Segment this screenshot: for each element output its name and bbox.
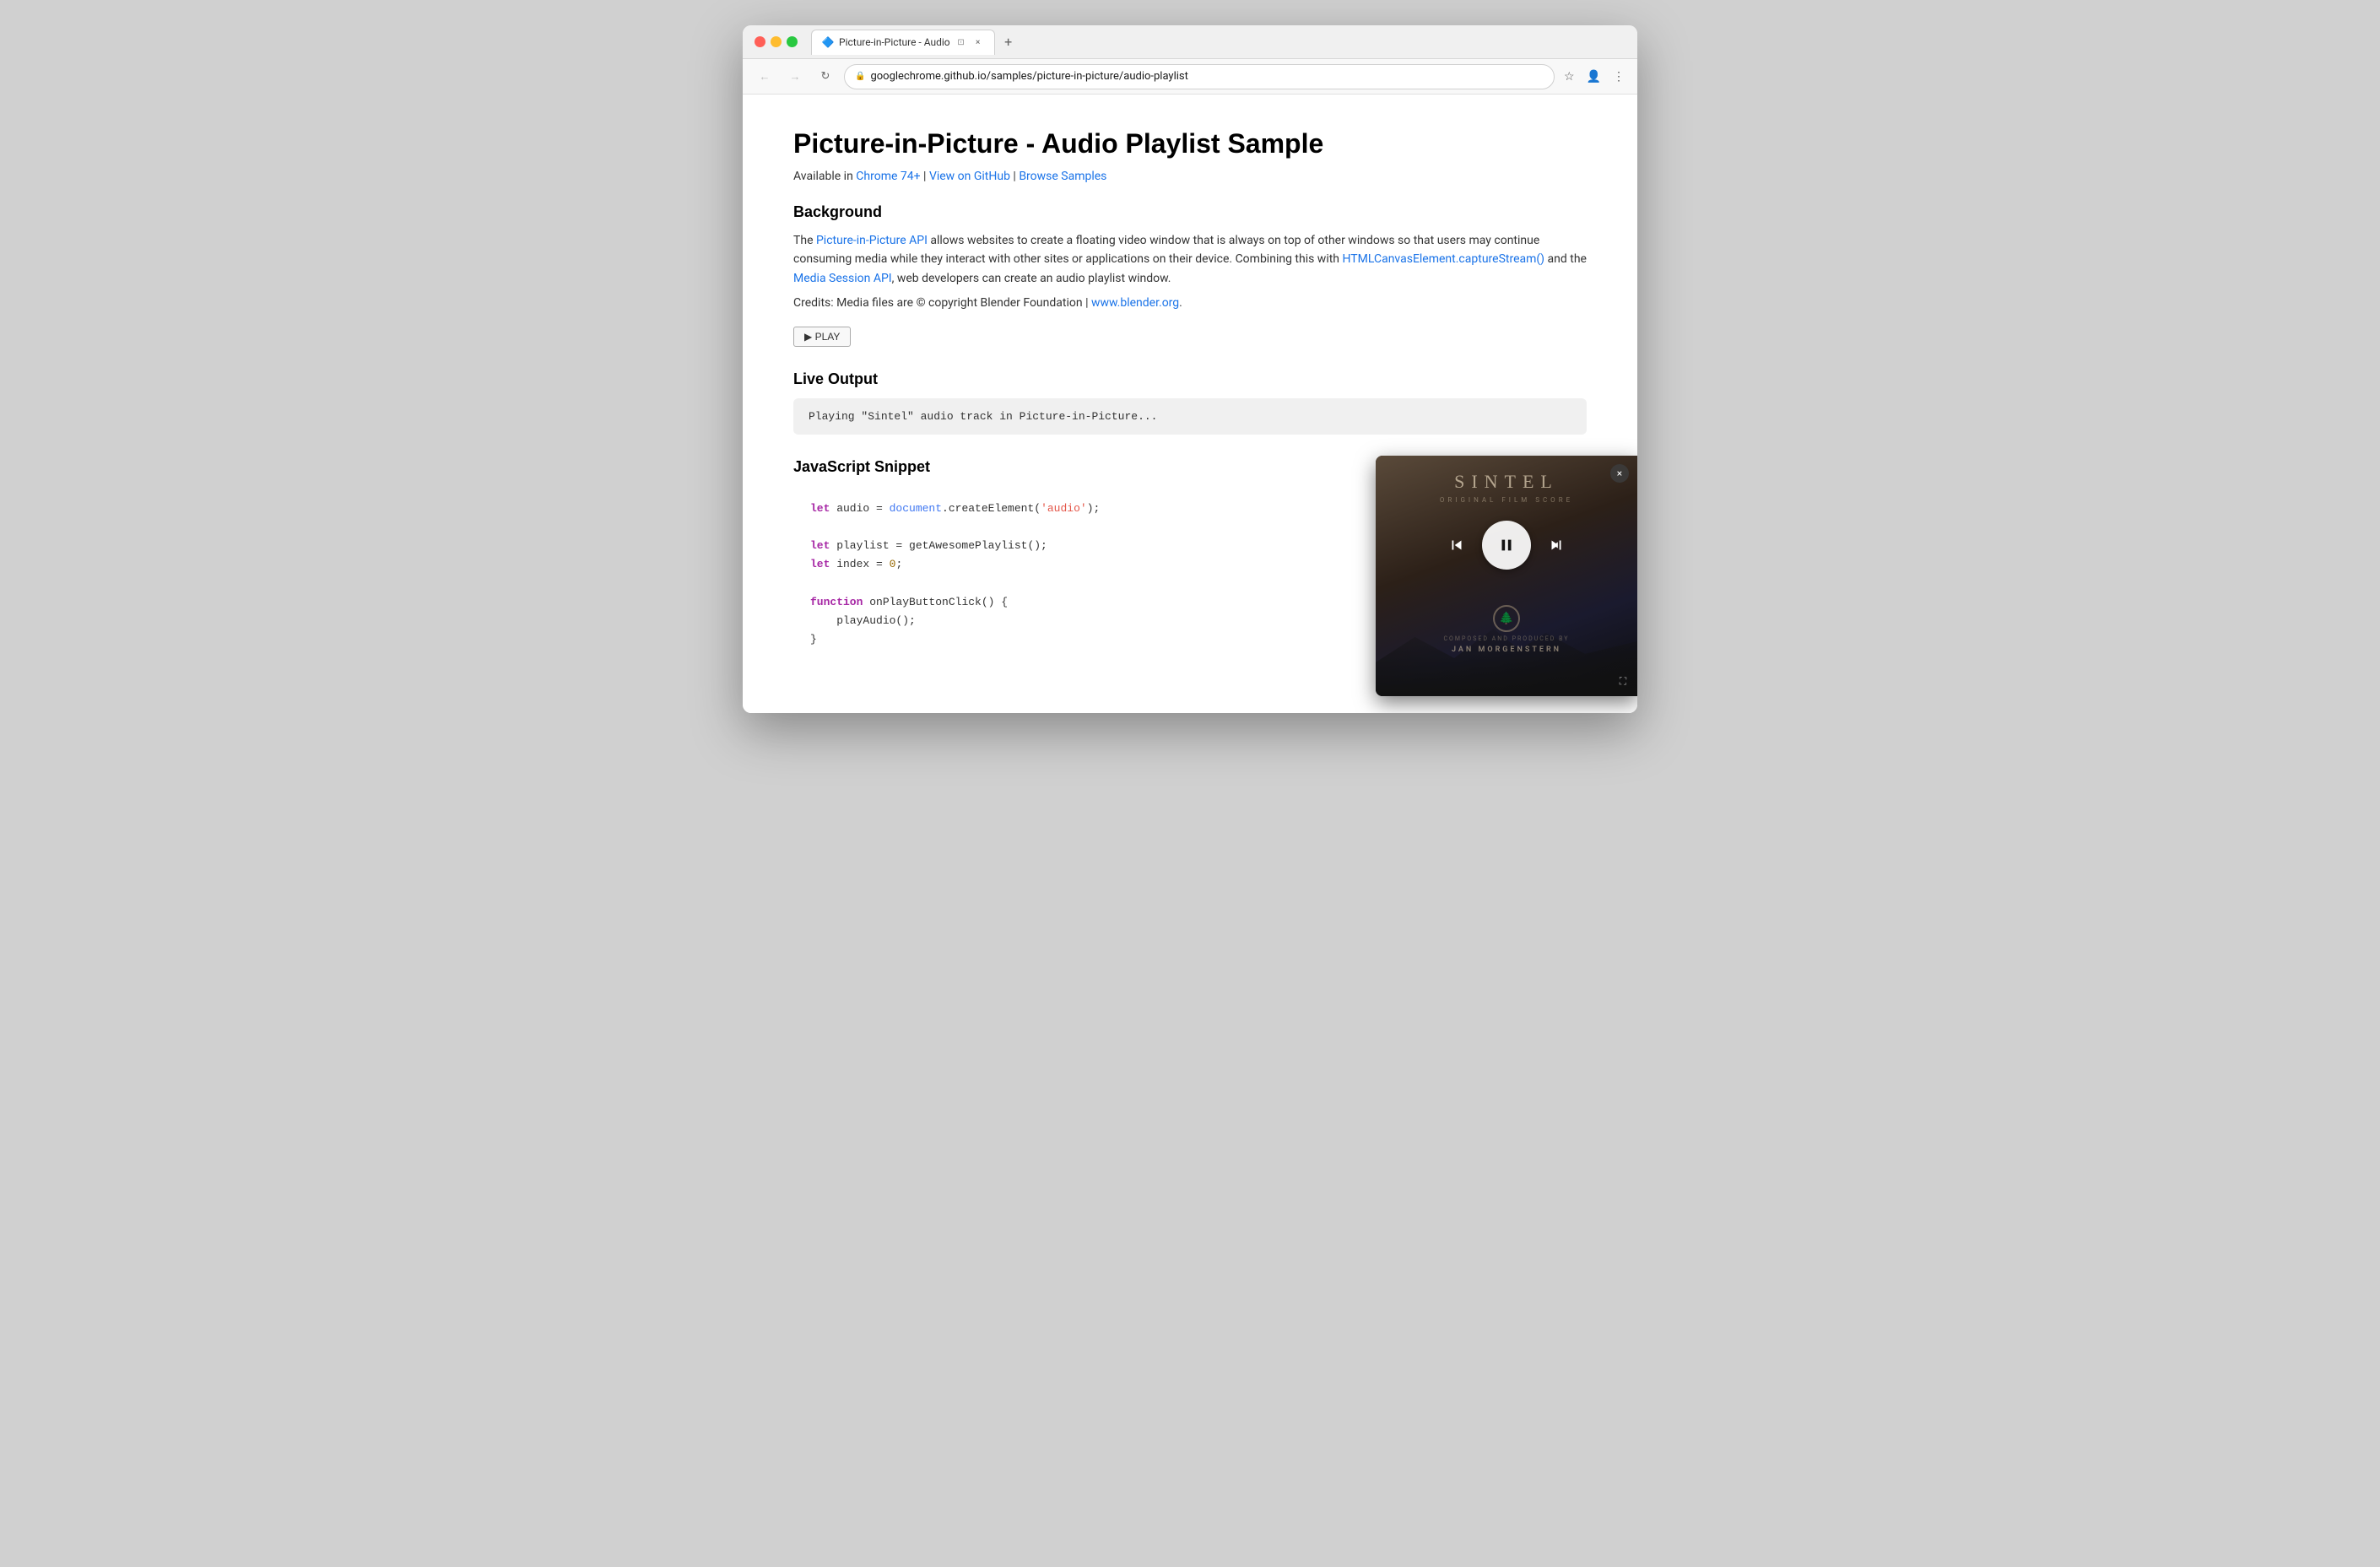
bg-text-end: , web developers can create an audio pla…: [892, 272, 1171, 285]
pip-composer-label: Composed and Produced by: [1444, 635, 1570, 642]
pip-close-button[interactable]: ×: [1610, 464, 1629, 483]
maximize-window-button[interactable]: [787, 36, 798, 47]
sep1: |: [921, 170, 929, 183]
pip-previous-button[interactable]: [1445, 533, 1469, 557]
availability-line: Available in Chrome 74+ | View on GitHub…: [793, 170, 1587, 183]
pip-subtitle: ORIGINAL FILM SCORE: [1440, 496, 1573, 504]
bg-text-before: The: [793, 234, 816, 247]
live-output-box: Playing "Sintel" audio track in Picture-…: [793, 398, 1587, 435]
secure-lock-icon: 🔒: [855, 72, 865, 81]
browser-window: 🔷 Picture-in-Picture - Audio ⊡ × + ← → ↻…: [743, 25, 1637, 713]
minimize-window-button[interactable]: [771, 36, 782, 47]
media-session-link[interactable]: Media Session API: [793, 272, 892, 285]
pip-logo: 🌲 Composed and Produced by JAN MORGENSTE…: [1444, 605, 1570, 654]
canvas-capture-link[interactable]: HTMLCanvasElement.captureStream(): [1343, 252, 1545, 266]
title-bar: 🔷 Picture-in-Picture - Audio ⊡ × +: [743, 25, 1637, 59]
page-title: Picture-in-Picture - Audio Playlist Samp…: [793, 128, 1587, 159]
active-tab[interactable]: 🔷 Picture-in-Picture - Audio ⊡ ×: [811, 30, 995, 55]
browse-samples-link[interactable]: Browse Samples: [1019, 170, 1106, 183]
reload-button[interactable]: ↻: [814, 65, 837, 89]
bg-text-mid: and the: [1544, 252, 1587, 266]
background-heading: Background: [793, 203, 1587, 221]
pip-controls: [1445, 521, 1568, 570]
live-output-text: Playing "Sintel" audio track in Picture-…: [809, 410, 1157, 423]
live-output-heading: Live Output: [793, 370, 1587, 388]
pip-artwork: SINTEL ORIGINAL FILM SCORE: [1376, 456, 1637, 696]
pip-api-link[interactable]: Picture-in-Picture API: [816, 234, 928, 247]
url-bar[interactable]: 🔒 googlechrome.github.io/samples/picture…: [844, 64, 1555, 89]
credits-text: Credits: Media files are © copyright Ble…: [793, 296, 1091, 310]
bookmark-star-icon[interactable]: ☆: [1561, 68, 1577, 86]
background-paragraph-1: The Picture-in-Picture API allows websit…: [793, 231, 1587, 288]
pip-pause-button[interactable]: [1482, 521, 1531, 570]
pip-expand-button[interactable]: ⛶: [1615, 674, 1631, 689]
pip-overlay: × SINTEL ORIGINAL FILM SCORE: [1376, 456, 1637, 696]
forward-button[interactable]: →: [783, 65, 807, 89]
tab-favicon-icon: 🔷: [822, 36, 834, 48]
address-bar: ← → ↻ 🔒 googlechrome.github.io/samples/p…: [743, 59, 1637, 95]
pip-title: SINTEL: [1454, 471, 1559, 493]
page-content: Picture-in-Picture - Audio Playlist Samp…: [743, 95, 1637, 713]
live-output-section: Live Output Playing "Sintel" audio track…: [793, 370, 1587, 435]
credits-line: Credits: Media files are © copyright Ble…: [793, 296, 1587, 310]
play-button[interactable]: ▶ PLAY: [793, 327, 851, 347]
chrome-version-link[interactable]: Chrome 74+: [856, 170, 920, 183]
availability-prefix: Available in: [793, 170, 856, 183]
pip-next-button[interactable]: [1544, 533, 1568, 557]
browser-menu-icon[interactable]: ⋮: [1610, 68, 1627, 86]
tab-picture-in-picture-icon: ⊡: [955, 36, 967, 48]
profile-icon[interactable]: 👤: [1584, 68, 1604, 86]
credits-end: .: [1179, 296, 1182, 310]
new-tab-button[interactable]: +: [998, 32, 1019, 52]
close-window-button[interactable]: [755, 36, 765, 47]
view-on-github-link[interactable]: View on GitHub: [929, 170, 1010, 183]
traffic-lights: [755, 36, 798, 47]
tab-title: Picture-in-Picture - Audio: [839, 36, 950, 48]
pip-composer-name: JAN MORGENSTERN: [1452, 646, 1561, 654]
tab-area: 🔷 Picture-in-Picture - Audio ⊡ × +: [811, 30, 1625, 55]
tab-close-button[interactable]: ×: [972, 36, 984, 48]
sep2: |: [1010, 170, 1019, 183]
back-button[interactable]: ←: [753, 65, 776, 89]
url-text: googlechrome.github.io/samples/picture-i…: [870, 70, 1544, 83]
blender-link[interactable]: www.blender.org: [1091, 296, 1179, 310]
pip-logo-icon: 🌲: [1493, 605, 1520, 632]
